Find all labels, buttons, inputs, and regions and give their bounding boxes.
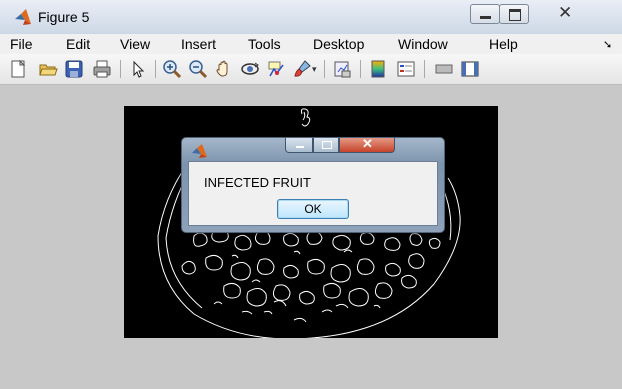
- message-dialog: ✕ INFECTED FRUIT OK: [181, 136, 445, 233]
- menu-tools[interactable]: Tools: [248, 36, 281, 52]
- menu-edit[interactable]: Edit: [66, 36, 90, 52]
- zoom-out-icon[interactable]: [188, 59, 208, 79]
- print-icon[interactable]: [92, 59, 112, 79]
- toolbar: ▾: [0, 54, 622, 85]
- maximize-button[interactable]: [499, 4, 529, 24]
- brush-icon[interactable]: [292, 59, 312, 79]
- close-icon: ✕: [558, 3, 573, 22]
- maximize-icon: [322, 141, 332, 149]
- pan-hand-icon[interactable]: [214, 59, 234, 79]
- toolbar-separator: [324, 60, 325, 78]
- toolbar-separator: [360, 60, 361, 78]
- minimize-button[interactable]: [470, 4, 500, 24]
- close-button[interactable]: ✕: [528, 3, 600, 24]
- toolbar-separator: [424, 60, 425, 78]
- new-figure-icon[interactable]: [8, 59, 28, 79]
- menu-file[interactable]: File: [10, 36, 33, 52]
- dialog-maximize-button[interactable]: [313, 138, 339, 153]
- menu-bar: File Edit View Insert Tools Desktop Wind…: [0, 34, 622, 54]
- open-file-icon[interactable]: [38, 59, 58, 79]
- show-plot-tools-icon[interactable]: [460, 59, 480, 79]
- dialog-body: INFECTED FRUIT OK: [188, 161, 438, 226]
- legend-icon[interactable]: [396, 59, 416, 79]
- dialog-minimize-button[interactable]: [285, 138, 313, 153]
- menu-help[interactable]: Help: [489, 36, 518, 52]
- menu-view[interactable]: View: [120, 36, 150, 52]
- toolbar-separator: [155, 60, 156, 78]
- ok-button[interactable]: OK: [277, 199, 349, 219]
- hide-plot-tools-icon[interactable]: [434, 59, 454, 79]
- close-icon: ✕: [362, 136, 373, 151]
- colorbar-icon[interactable]: [368, 59, 388, 79]
- dialog-message: INFECTED FRUIT: [204, 175, 311, 190]
- matlab-icon: [192, 144, 207, 158]
- window-title: Figure 5: [38, 9, 90, 25]
- dialog-close-button[interactable]: ✕: [339, 136, 395, 153]
- menu-window[interactable]: Window: [398, 36, 448, 52]
- menu-desktop[interactable]: Desktop: [313, 36, 364, 52]
- zoom-in-icon[interactable]: [162, 59, 182, 79]
- menu-overflow-icon[interactable]: ➘: [603, 38, 612, 51]
- link-plot-icon[interactable]: [332, 59, 352, 79]
- maximize-icon: [509, 9, 521, 21]
- minimize-icon: [296, 146, 304, 148]
- brush-dropdown-icon[interactable]: ▾: [312, 64, 317, 75]
- title-bar: Figure 5 ✕: [0, 0, 622, 35]
- data-cursor-icon[interactable]: [266, 59, 286, 79]
- minimize-icon: [480, 16, 491, 19]
- rotate-3d-icon[interactable]: [240, 59, 260, 79]
- matlab-icon: [15, 9, 31, 25]
- save-icon[interactable]: [64, 59, 84, 79]
- toolbar-separator: [120, 60, 121, 78]
- menu-insert[interactable]: Insert: [181, 36, 216, 52]
- edit-plot-arrow-icon[interactable]: [128, 59, 148, 79]
